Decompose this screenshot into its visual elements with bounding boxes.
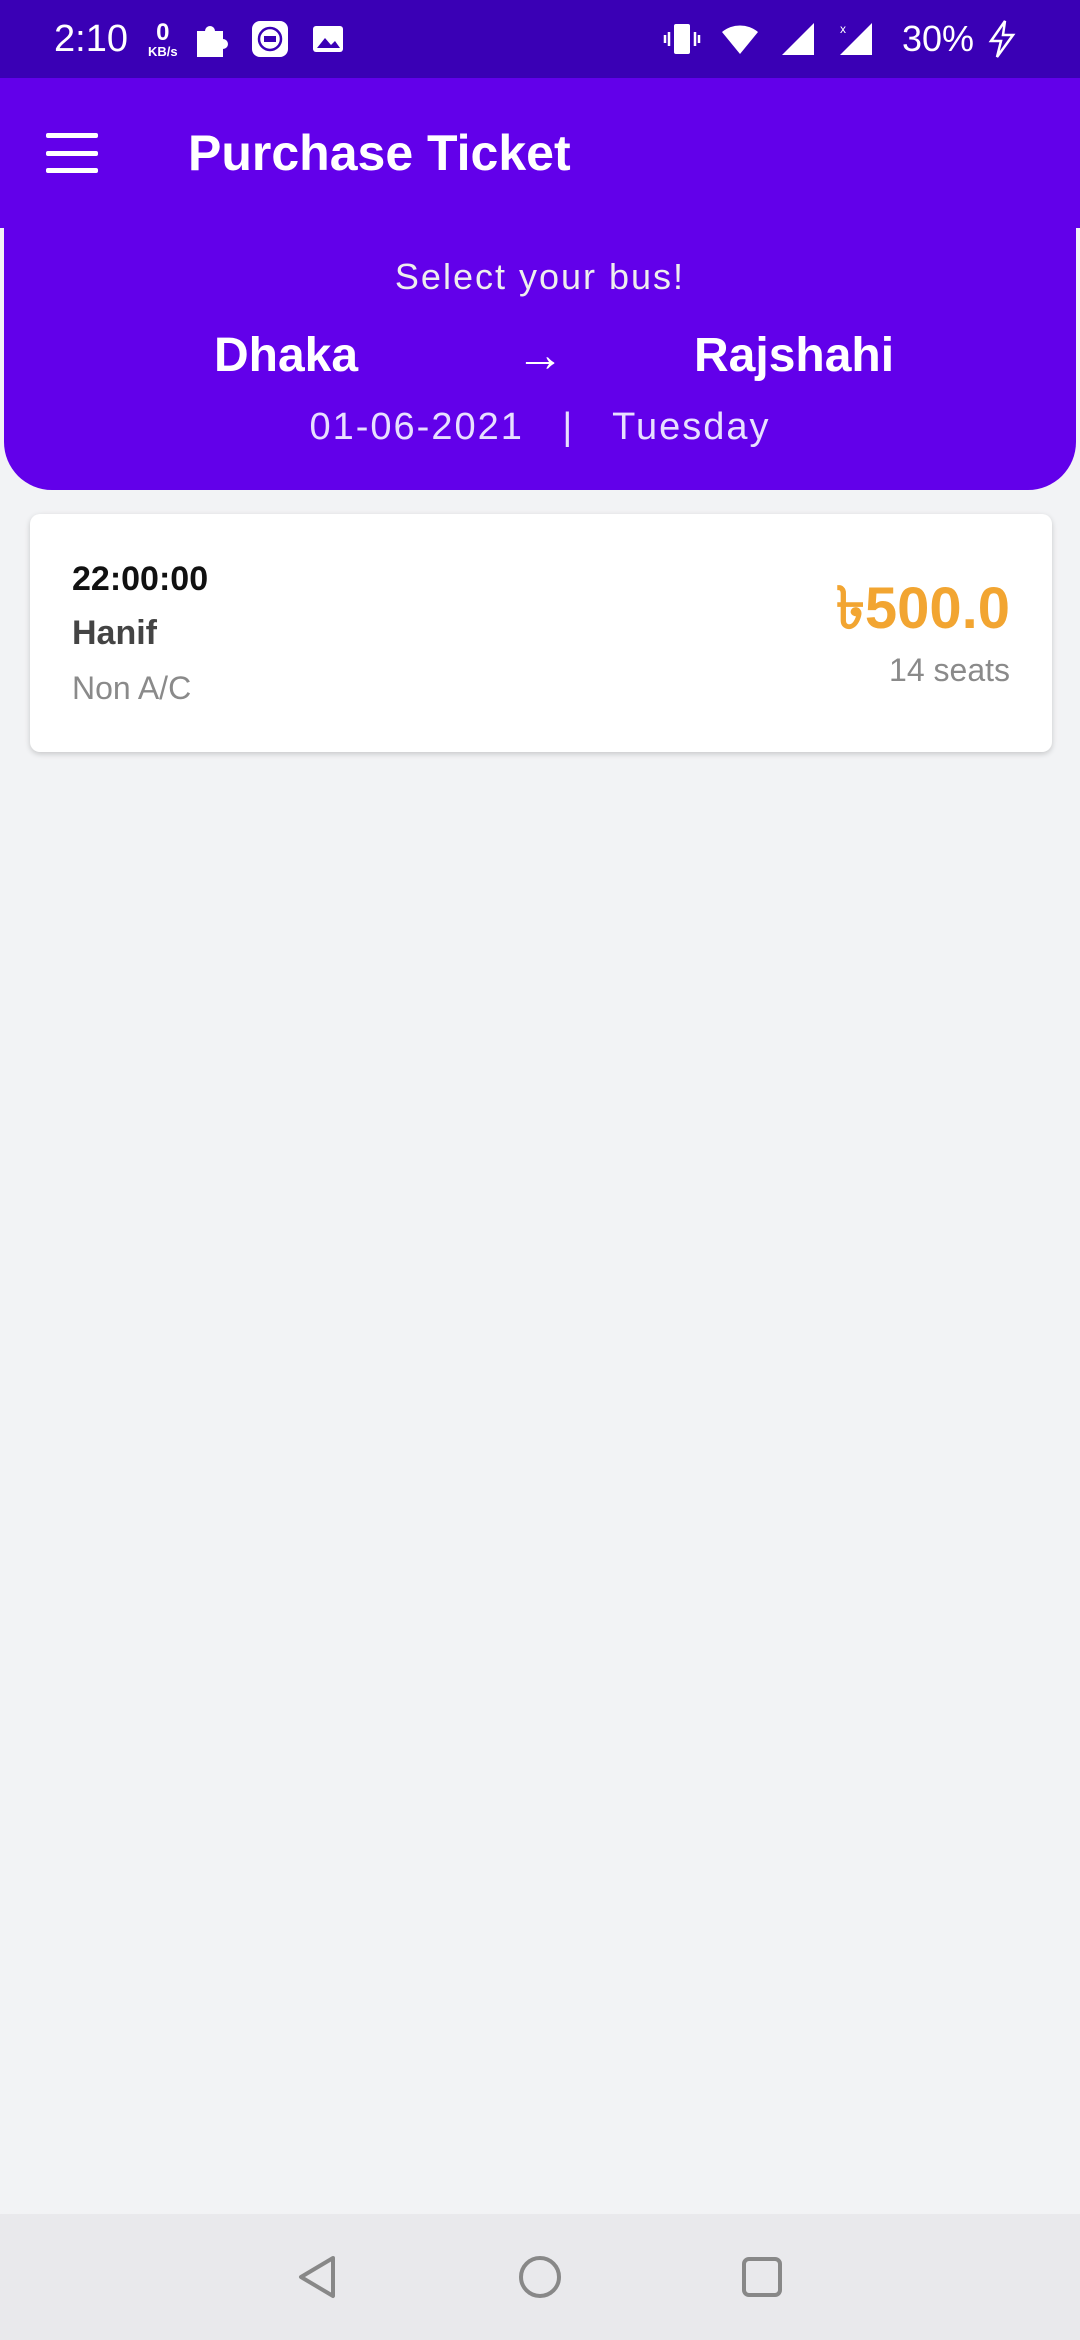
page-title: Purchase Ticket — [188, 125, 571, 181]
app-bar: Purchase Ticket — [0, 78, 1080, 228]
menu-icon — [46, 133, 98, 138]
travel-date-row: 01-06-2021 | Tuesday — [4, 406, 1076, 449]
travel-date: 01-06-2021 — [309, 406, 524, 448]
bus-operator: Hanif — [72, 614, 157, 652]
app-notification-icon — [250, 19, 290, 59]
back-triangle-icon — [299, 2256, 335, 2298]
network-speed: 0 KB/s — [147, 18, 178, 59]
vibrate-icon — [662, 19, 702, 59]
bus-type: Non A/C — [72, 670, 192, 706]
signal-no-data-icon: x — [836, 19, 876, 59]
bus-list-item[interactable]: 22:00:00 Hanif Non A/C ৳500.0 14 seats — [30, 514, 1052, 752]
route-header: Select your bus! Dhaka → Rajshahi 01-06-… — [4, 228, 1076, 490]
system-nav-bar — [0, 2214, 1080, 2340]
network-speed-unit: KB/s — [147, 43, 178, 59]
destination-city: Rajshahi — [694, 329, 895, 382]
nav-home-button[interactable] — [480, 2237, 600, 2317]
wifi-icon — [720, 19, 760, 59]
nav-recents-button[interactable] — [702, 2237, 822, 2317]
travel-day: Tuesday — [612, 406, 771, 448]
charging-icon — [982, 19, 1022, 59]
date-separator: | — [562, 406, 575, 448]
image-icon — [308, 19, 348, 59]
departure-time: 22:00:00 — [72, 560, 209, 598]
status-bar: 2:10 0 KB/s x 30% — [0, 0, 1080, 78]
svg-text:x: x — [840, 22, 846, 36]
arrow-right-icon: → — [516, 329, 564, 382]
puzzle-icon — [192, 19, 232, 59]
home-circle-icon — [519, 2256, 561, 2298]
network-speed-value: 0 — [156, 18, 170, 46]
origin-city: Dhaka — [214, 329, 359, 382]
available-seats: 14 seats — [889, 652, 1010, 688]
nav-back-button[interactable] — [258, 2237, 378, 2317]
ticket-price: ৳500.0 — [835, 576, 1010, 641]
recents-square-icon — [742, 2257, 782, 2297]
select-bus-label: Select your bus! — [394, 256, 686, 297]
menu-button[interactable] — [46, 133, 98, 173]
signal-icon — [778, 19, 818, 59]
battery-level: 30% — [901, 18, 974, 59]
status-time: 2:10 — [54, 17, 128, 60]
route-row: Dhaka → Rajshahi — [4, 328, 1076, 388]
